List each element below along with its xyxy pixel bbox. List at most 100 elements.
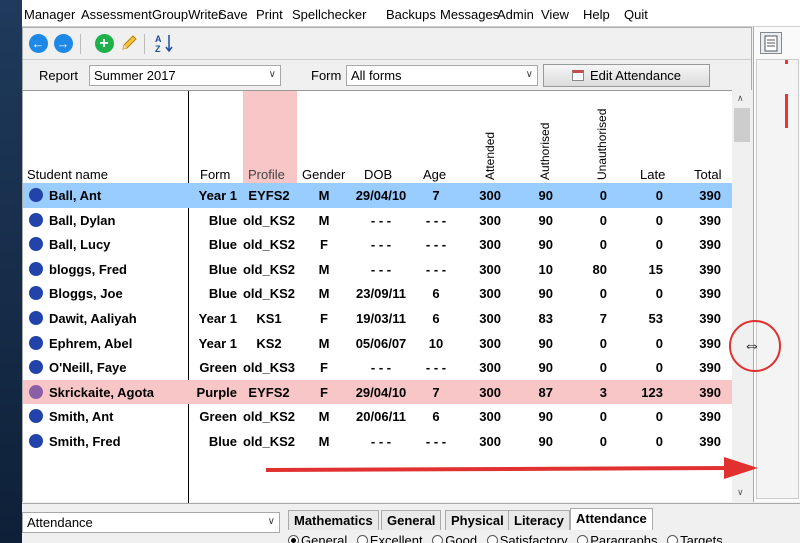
edit-attendance-button[interactable]: Edit Attendance: [543, 64, 710, 87]
radio-excellent[interactable]: Excellent: [356, 533, 423, 543]
radio-general[interactable]: General: [288, 533, 347, 543]
student-status-icon: [29, 335, 43, 350]
menu-admin[interactable]: Admin: [497, 7, 534, 22]
student-status-icon: [29, 212, 43, 227]
menu-assessment[interactable]: Assessment: [81, 7, 152, 22]
cell-form: Green: [199, 409, 237, 425]
header-form[interactable]: Form: [200, 167, 230, 182]
radio-targets[interactable]: Targets: [667, 533, 723, 543]
cell-gender: M: [318, 188, 330, 203]
cell-attended: 300: [479, 261, 501, 277]
menu-save[interactable]: Save: [218, 7, 248, 22]
tab-literacy[interactable]: Literacy: [508, 510, 570, 530]
table-row[interactable]: O'Neill, Faye Green old_KS3 F - - - - - - 300 9…: [23, 355, 732, 380]
header-late[interactable]: Late: [640, 167, 665, 182]
back-button[interactable]: ←: [28, 33, 48, 53]
header-age[interactable]: Age: [423, 167, 446, 182]
radio-satisfactory[interactable]: Satisfactory: [486, 533, 568, 543]
header-total[interactable]: Total: [694, 167, 721, 182]
resize-cursor-icon[interactable]: ⇔: [743, 335, 761, 356]
cell-total: 390: [699, 384, 721, 400]
cell-name: Skrickaite, Agota: [49, 384, 155, 400]
menu-view[interactable]: View: [541, 7, 569, 22]
radio-label: General: [301, 533, 348, 543]
cell-unauthorised: 0: [599, 360, 607, 376]
bottom-panel: Attendance ∨ Mathematics General Physica…: [22, 503, 800, 543]
cell-attended: 300: [479, 384, 501, 400]
menu-help[interactable]: Help: [583, 7, 610, 22]
scroll-down-icon[interactable]: ∨: [737, 487, 744, 498]
cell-authorised: 90: [538, 286, 553, 302]
student-status-icon: [29, 311, 43, 325]
menu-messages[interactable]: Messages: [440, 7, 499, 22]
comment-bank-select[interactable]: Attendance ∨: [22, 512, 280, 533]
student-status-icon: [29, 261, 43, 276]
table-row[interactable]: Smith, Ant Green old_KS2 M 20/06/11 6 300 90 0 0 3…: [23, 404, 732, 429]
student-status-icon: [29, 434, 43, 448]
header-attended[interactable]: Attended: [483, 132, 497, 180]
cell-age: 6: [432, 409, 440, 425]
form-select[interactable]: All forms ∨: [346, 65, 538, 86]
menu-spellchecker[interactable]: Spellchecker: [292, 7, 366, 22]
cell-unauthorised: 7: [599, 311, 607, 326]
table-row[interactable]: bloggs, Fred Blue old_KS2 M - - - - - - 300 10 8…: [23, 257, 732, 282]
header-dob[interactable]: DOB: [364, 167, 392, 182]
table-row[interactable]: Ball, Lucy Blue old_KS2 F - - - - - - 300 90 0 0 3…: [23, 232, 732, 257]
cell-dob: - - -: [370, 261, 392, 277]
radio-selected-icon: [288, 535, 299, 543]
cell-form: Blue: [208, 212, 237, 228]
student-status-icon: [29, 384, 43, 399]
tab-attendance[interactable]: Attendance: [570, 508, 653, 530]
report-select[interactable]: Summer 2017 ∨: [89, 65, 281, 86]
cell-form: Blue: [208, 434, 237, 449]
table-row[interactable]: Ball, Dylan Blue old_KS2 M - - - - - - 300 90 0 0…: [23, 208, 732, 233]
tab-mathematics[interactable]: Mathematics: [288, 510, 379, 530]
scrollbar-thumb[interactable]: [734, 108, 750, 142]
menu-print[interactable]: Print: [256, 7, 283, 22]
scroll-up-icon[interactable]: ∧: [737, 93, 744, 104]
cell-unauthorised: 3: [599, 384, 607, 400]
table-row[interactable]: Skrickaite, Agota Purple EYFS2 F 29/04/10 7 30…: [23, 379, 732, 405]
menu-groupwriter[interactable]: GroupWriter: [152, 7, 223, 22]
tab-general[interactable]: General: [381, 510, 442, 530]
cell-gender: F: [320, 311, 328, 326]
cell-form: Purple: [196, 384, 237, 400]
cell-age: 10: [428, 335, 444, 351]
header-gender[interactable]: Gender: [302, 167, 345, 182]
edit-pencil-button[interactable]: [119, 33, 139, 53]
cell-unauthorised: 0: [599, 335, 607, 351]
sort-az-button[interactable]: A Z: [154, 33, 174, 53]
table-row[interactable]: Bloggs, Joe Blue old_KS2 M 23/09/11 6 300 90 0 0 3…: [23, 281, 732, 306]
preview-document-icon[interactable]: [760, 32, 782, 54]
radio-label: Paragraphs: [590, 533, 658, 543]
cell-age: 6: [432, 311, 440, 326]
svg-text:Z: Z: [155, 44, 161, 53]
menu-quit[interactable]: Quit: [624, 7, 648, 22]
menu-manager[interactable]: Manager: [24, 7, 75, 22]
table-scrollbar[interactable]: ∧ ∨: [732, 90, 752, 502]
tab-physical[interactable]: Physical: [445, 510, 510, 530]
cell-gender: F: [320, 360, 328, 376]
header-authorised[interactable]: Authorised: [538, 123, 552, 180]
toolbar-divider: [80, 34, 81, 54]
cell-name: Smith, Ant: [49, 409, 114, 425]
cell-total: 390: [699, 409, 721, 425]
attendance-table: Student name Form Profile Gender DOB Age…: [23, 90, 732, 503]
menu-backups[interactable]: Backups: [386, 7, 436, 22]
cell-total: 390: [699, 188, 721, 203]
forward-button[interactable]: →: [53, 33, 73, 53]
radio-paragraphs[interactable]: Paragraphs: [577, 533, 657, 543]
cell-dob: - - -: [370, 434, 392, 449]
table-row[interactable]: Dawit, Aaliyah Year 1 KS1 F 19/03/11 6 300 83 7 5…: [23, 306, 732, 331]
cell-unauthorised: 0: [599, 409, 607, 425]
add-button[interactable]: +: [94, 33, 114, 53]
header-profile[interactable]: Profile: [248, 167, 285, 182]
table-row[interactable]: Ephrem, Abel Year 1 KS2 M 05/06/07 10 300 90 0 0 3…: [23, 331, 732, 356]
cell-dob: 05/06/07: [355, 335, 407, 351]
table-row[interactable]: Ball, Ant Year 1 EYFS2 M 29/04/10 7 300 90 0 0 390: [23, 183, 732, 208]
header-student-name[interactable]: Student name: [27, 167, 108, 182]
header-unauthorised[interactable]: Unauthorised: [595, 109, 609, 180]
table-row[interactable]: Smith, Fred Blue old_KS2 M - - - - - - 300 90 0 0…: [23, 429, 732, 454]
cell-age: - - -: [425, 434, 447, 449]
radio-good[interactable]: Good: [432, 533, 477, 543]
